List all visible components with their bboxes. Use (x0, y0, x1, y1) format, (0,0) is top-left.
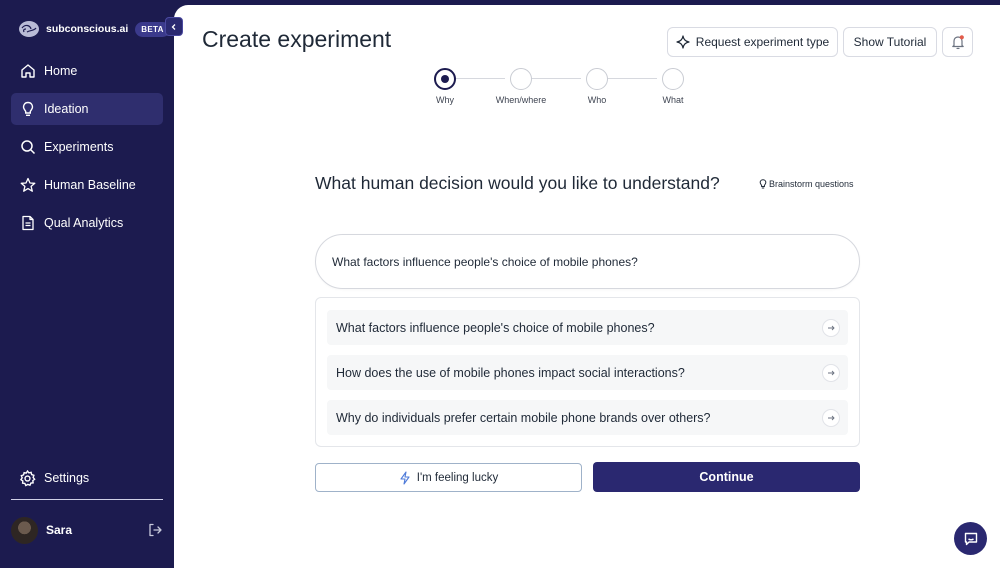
lightning-icon (400, 470, 410, 485)
brain-logo-icon (19, 21, 39, 37)
show-tutorial-button[interactable]: Show Tutorial (843, 27, 937, 57)
brand[interactable]: subconscious.ai BETA (18, 18, 170, 40)
question-heading: What human decision would you like to un… (315, 173, 720, 193)
bell-icon (951, 35, 964, 50)
continue-label: Continue (699, 470, 754, 484)
suggestion-item[interactable]: What factors influence people's choice o… (327, 310, 848, 345)
arrow-right-icon[interactable] (822, 364, 840, 382)
step-connector (451, 78, 505, 79)
user-profile[interactable]: Sara (11, 516, 163, 544)
request-experiment-type-label: Request experiment type (695, 35, 830, 49)
document-icon (19, 215, 36, 232)
sidebar-item-experiments[interactable]: Experiments (11, 131, 163, 163)
step-why[interactable] (434, 68, 456, 90)
step-connector (527, 78, 581, 79)
request-experiment-type-button[interactable]: Request experiment type (667, 27, 838, 57)
suggestion-item[interactable]: How does the use of mobile phones impact… (327, 355, 848, 390)
star-icon (19, 177, 36, 194)
brainstorm-label: Brainstorm questions (769, 179, 854, 189)
sidebar-item-human-baseline[interactable]: Human Baseline (11, 169, 163, 201)
sidebar-item-label: Home (44, 64, 78, 78)
avatar (11, 516, 38, 544)
feeling-lucky-button[interactable]: I'm feeling lucky (315, 463, 582, 492)
decision-input[interactable]: What factors influence people's choice o… (315, 234, 860, 289)
search-icon (19, 139, 36, 156)
sidebar: subconscious.ai BETA Home Ideation Exper… (0, 0, 174, 568)
suggestion-text: Why do individuals prefer certain mobile… (336, 410, 711, 425)
sidebar-item-label: Qual Analytics (44, 216, 124, 230)
sparkle-icon (676, 35, 690, 49)
chat-support-button[interactable] (954, 522, 987, 555)
brand-name: subconscious.ai (46, 23, 129, 35)
main-content: Create experiment Request experiment typ… (174, 5, 1000, 568)
arrow-right-icon[interactable] (822, 319, 840, 337)
step-label: When/where (495, 95, 547, 105)
notifications-button[interactable] (942, 27, 973, 57)
gear-icon (19, 469, 36, 487)
feeling-lucky-label: I'm feeling lucky (416, 471, 499, 484)
brainstorm-questions-link[interactable]: Brainstorm questions (759, 179, 854, 189)
suggestions-list: What factors influence people's choice o… (315, 297, 860, 447)
sidebar-nav: Home Ideation Experiments Human Baseline… (11, 55, 163, 245)
step-label: What (662, 95, 684, 105)
chevron-left-icon (171, 23, 176, 30)
suggestion-item[interactable]: Why do individuals prefer certain mobile… (327, 400, 848, 435)
lightbulb-icon (19, 101, 36, 118)
progress-stepper: Why When/where Who What (429, 68, 709, 108)
sidebar-item-ideation[interactable]: Ideation (11, 93, 163, 125)
step-label: Why (436, 95, 454, 105)
sidebar-divider (11, 499, 163, 500)
sidebar-item-label: Settings (44, 471, 90, 485)
collapse-sidebar-button[interactable] (165, 17, 183, 36)
user-name: Sara (46, 523, 73, 537)
sidebar-item-settings[interactable]: Settings (11, 462, 163, 494)
logout-icon[interactable] (147, 522, 163, 538)
arrow-right-icon[interactable] (822, 409, 840, 427)
continue-button[interactable]: Continue (593, 462, 860, 492)
step-when-where[interactable] (510, 68, 532, 90)
sidebar-item-home[interactable]: Home (11, 55, 163, 87)
sidebar-item-label: Experiments (44, 140, 114, 154)
step-connector (603, 78, 657, 79)
suggestion-text: How does the use of mobile phones impact… (336, 365, 685, 380)
show-tutorial-label: Show Tutorial (853, 35, 927, 49)
sidebar-item-label: Ideation (44, 102, 89, 116)
settings-area: Settings (11, 462, 163, 500)
step-who[interactable] (586, 68, 608, 90)
sidebar-item-label: Human Baseline (44, 178, 136, 192)
step-label: Who (587, 95, 607, 105)
suggestion-text: What factors influence people's choice o… (336, 320, 655, 335)
app-window: subconscious.ai BETA Home Ideation Exper… (0, 0, 1000, 568)
chat-icon (964, 532, 977, 545)
home-icon (19, 63, 36, 80)
sidebar-item-qual-analytics[interactable]: Qual Analytics (11, 207, 163, 239)
lightbulb-icon (759, 179, 767, 189)
step-what[interactable] (662, 68, 684, 90)
page-title: Create experiment (202, 26, 392, 52)
